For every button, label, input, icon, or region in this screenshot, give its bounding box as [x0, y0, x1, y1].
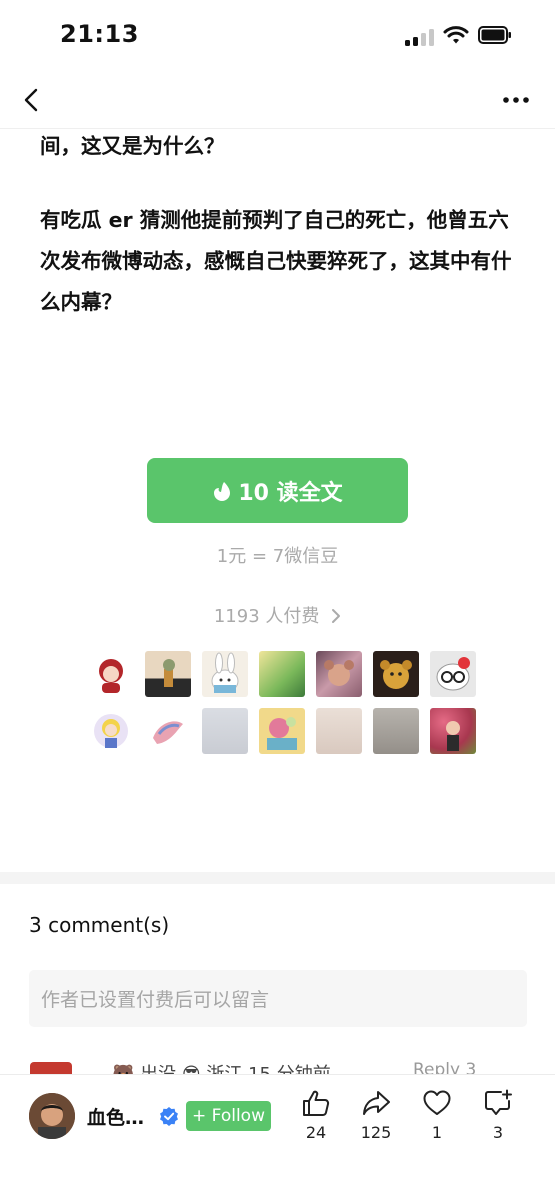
read-button-label: 10 读全文: [238, 480, 343, 506]
payers-link[interactable]: 1193 人付费: [0, 602, 555, 628]
follow-button[interactable]: + Follow: [186, 1101, 271, 1131]
share-button[interactable]: 125: [351, 1089, 401, 1142]
article-body: 间，这又是为什么？ 有吃瓜 er 猜测他提前预判了自己的死亡，他曾五六次发布微博…: [40, 126, 520, 323]
author-avatar[interactable]: [29, 1093, 75, 1139]
payer-avatar: [145, 708, 191, 754]
heart-button[interactable]: 1: [412, 1089, 462, 1142]
thumbs-up-icon: [303, 1090, 330, 1116]
payer-avatar: [373, 651, 419, 697]
payer-avatar: [202, 708, 248, 754]
payer-avatar: [259, 651, 305, 697]
coin-icon: [214, 481, 231, 501]
payer-avatar: [430, 708, 476, 754]
payer-avatar: [316, 708, 362, 754]
payers-count: 1193 人付费: [213, 606, 320, 627]
section-divider: [0, 872, 555, 884]
more-icon[interactable]: [496, 84, 536, 116]
comment-button[interactable]: 3: [473, 1089, 523, 1142]
payer-avatar: [259, 708, 305, 754]
payer-avatar: [430, 651, 476, 697]
back-icon[interactable]: [14, 80, 50, 120]
share-icon: [363, 1091, 390, 1115]
verified-icon: [160, 1107, 178, 1126]
payer-avatar: [202, 651, 248, 697]
share-count: 125: [360, 1123, 392, 1142]
heart-icon: [423, 1090, 451, 1115]
article-paragraph: 间，这又是为什么？: [40, 134, 225, 158]
heart-count: 1: [431, 1123, 443, 1142]
nav-bar: [0, 72, 555, 129]
battery-icon: [478, 26, 511, 44]
like-count: 24: [305, 1123, 327, 1142]
status-time: 21:13: [60, 20, 139, 48]
payer-avatar: [88, 651, 134, 697]
cellular-signal-icon: [405, 26, 435, 46]
article-paragraph: 有吃瓜 er 猜测他提前预判了自己的死亡，他曾五六次发布微博动态，感慨自己快要猝…: [40, 208, 512, 314]
comment-count: 3 comment(s): [29, 913, 170, 937]
price-note: 1元 = 7微信豆: [216, 546, 339, 567]
comment-input[interactable]: 作者已设置付费后可以留言: [29, 970, 527, 1027]
payer-avatar: [145, 651, 191, 697]
payer-avatar: [88, 708, 134, 754]
bottom-action-bar: 血色… + Follow 24 125 1 3: [0, 1074, 555, 1201]
status-bar: 21:13: [0, 0, 555, 72]
wifi-icon: [443, 26, 469, 44]
comment-plus-icon: [485, 1089, 512, 1115]
like-button[interactable]: 24: [291, 1089, 341, 1142]
comment-count-bottom: 3: [492, 1123, 504, 1142]
payer-avatar: [373, 708, 419, 754]
author-name[interactable]: 血色…: [87, 1103, 144, 1130]
chevron-right-icon: [332, 609, 341, 623]
payer-avatar: [316, 651, 362, 697]
read-full-text-button[interactable]: 10 读全文: [147, 458, 408, 523]
